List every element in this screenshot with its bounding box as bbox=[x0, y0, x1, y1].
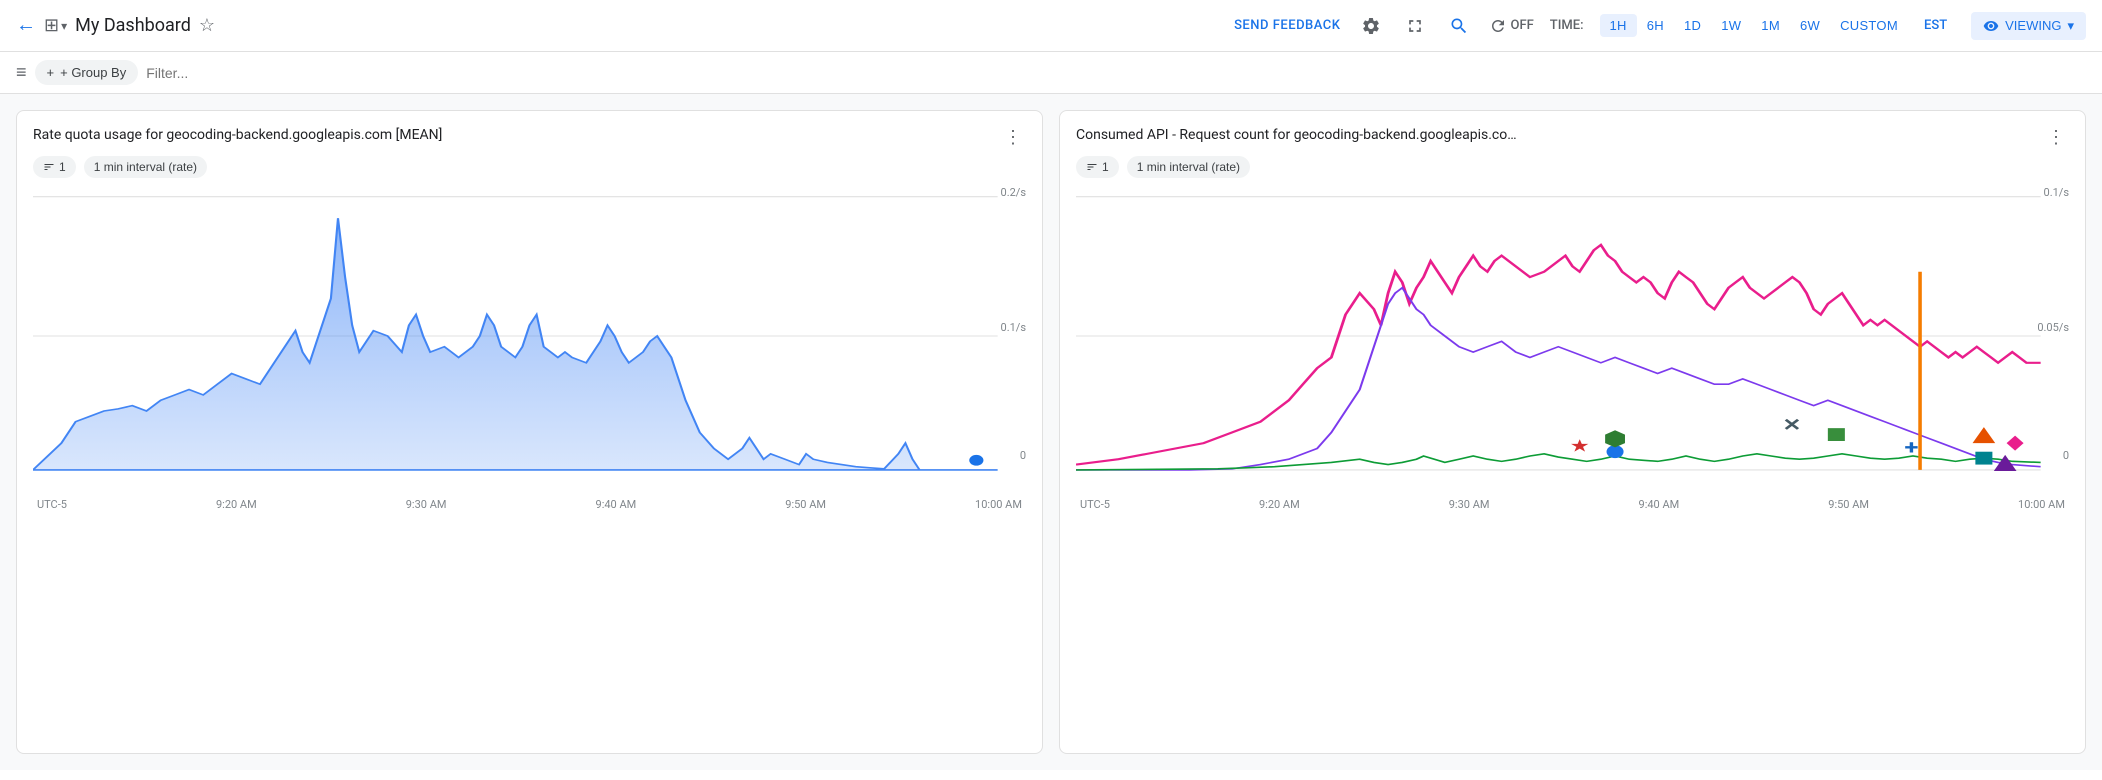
back-button[interactable]: ← bbox=[16, 14, 36, 37]
time-btn-1m[interactable]: 1M bbox=[1751, 14, 1790, 37]
auto-refresh-control[interactable]: OFF bbox=[1489, 17, 1534, 35]
fullscreen-button[interactable] bbox=[1401, 12, 1429, 40]
interval-btn-1[interactable]: 1 min interval (rate) bbox=[84, 156, 207, 178]
chart-header-2: Consumed API - Request count for geocodi… bbox=[1076, 127, 2069, 148]
header-center: SEND FEEDBACK OFF TIME: 1H 6H 1D 1W 1M 6… bbox=[1234, 12, 2086, 40]
time-btn-6w[interactable]: 6W bbox=[1790, 14, 1830, 37]
svg-text:★: ★ bbox=[1570, 436, 1590, 456]
time-label: TIME: bbox=[1550, 18, 1584, 33]
y-axis-bottom-1: 0 bbox=[1020, 449, 1026, 462]
header-left: ← ⊞ ▾ My Dashboard ☆ bbox=[16, 14, 1226, 37]
x-label-920-2: 9:20 AM bbox=[1259, 498, 1300, 511]
interval-btn-2[interactable]: 1 min interval (rate) bbox=[1127, 156, 1250, 178]
chart-area-1: 0.2/s 0.1/s 0 bbox=[33, 186, 1026, 486]
filter-bar: ≡ + + Group By bbox=[0, 52, 2102, 94]
viewing-dropdown-icon: ▾ bbox=[2067, 18, 2074, 34]
settings-button[interactable] bbox=[1357, 12, 1385, 40]
chart-more-button-1[interactable]: ⋮ bbox=[1000, 127, 1026, 148]
x-label-utc: UTC-5 bbox=[37, 498, 67, 511]
x-label-930: 9:30 AM bbox=[406, 498, 447, 511]
auto-refresh-status: OFF bbox=[1511, 18, 1534, 33]
x-label-utc-2: UTC-5 bbox=[1080, 498, 1110, 511]
y-axis-top-2: 0.1/s bbox=[2044, 186, 2069, 199]
group-by-label: + Group By bbox=[60, 65, 126, 80]
main-content: Rate quota usage for geocoding-backend.g… bbox=[0, 94, 2102, 770]
x-label-950-2: 9:50 AM bbox=[1828, 498, 1869, 511]
grid-icon: ⊞ bbox=[44, 15, 59, 36]
chart-area-2: 0.1/s 0.05/s 0 ★ bbox=[1076, 186, 2069, 486]
chart-card-2: Consumed API - Request count for geocodi… bbox=[1059, 110, 2086, 754]
time-btn-1h[interactable]: 1H bbox=[1600, 14, 1637, 37]
x-label-1000: 10:00 AM bbox=[975, 498, 1022, 511]
chart-svg-1 bbox=[33, 186, 1026, 486]
dashboard-title: My Dashboard bbox=[75, 15, 191, 36]
y-axis-mid-2: 0.05/s bbox=[2037, 321, 2069, 334]
menu-icon[interactable]: ≡ bbox=[16, 62, 27, 83]
chart-controls-1: 1 1 min interval (rate) bbox=[33, 156, 1026, 178]
dropdown-icon-small: ▾ bbox=[61, 19, 67, 33]
filter-count-btn-2[interactable]: 1 bbox=[1076, 156, 1119, 178]
filter-count-btn-1[interactable]: 1 bbox=[33, 156, 76, 178]
x-label-940-2: 9:40 AM bbox=[1639, 498, 1680, 511]
main-header: ← ⊞ ▾ My Dashboard ☆ SEND FEEDBACK OFF T… bbox=[0, 0, 2102, 52]
x-axis-labels-2: UTC-5 9:20 AM 9:30 AM 9:40 AM 9:50 AM 10… bbox=[1076, 498, 2069, 511]
viewing-button[interactable]: VIEWING ▾ bbox=[1971, 12, 2086, 40]
time-btn-1w[interactable]: 1W bbox=[1711, 14, 1751, 37]
time-btn-6h[interactable]: 6H bbox=[1637, 14, 1674, 37]
chart-title-1: Rate quota usage for geocoding-backend.g… bbox=[33, 127, 1000, 143]
viewing-label: VIEWING bbox=[2005, 18, 2061, 33]
dashboard-icon-btn[interactable]: ⊞ ▾ bbox=[44, 15, 67, 36]
x-label-940: 9:40 AM bbox=[596, 498, 637, 511]
star-icon[interactable]: ☆ bbox=[199, 15, 215, 36]
svg-text:+: + bbox=[1904, 436, 1918, 459]
x-label-920: 9:20 AM bbox=[216, 498, 257, 511]
filter-count-2: 1 bbox=[1102, 160, 1109, 174]
y-axis-top-1: 0.2/s bbox=[1001, 186, 1026, 199]
chart-title-2: Consumed API - Request count for geocodi… bbox=[1076, 127, 2043, 143]
group-by-button[interactable]: + + Group By bbox=[35, 60, 139, 85]
chart-more-button-2[interactable]: ⋮ bbox=[2043, 127, 2069, 148]
svg-text:✕: ✕ bbox=[1782, 414, 1801, 434]
x-label-930-2: 9:30 AM bbox=[1449, 498, 1490, 511]
search-button[interactable] bbox=[1445, 12, 1473, 40]
filter-count-1: 1 bbox=[59, 160, 66, 174]
plus-icon: + bbox=[47, 65, 55, 80]
send-feedback-button[interactable]: SEND FEEDBACK bbox=[1234, 18, 1340, 33]
y-axis-bottom-2: 0 bbox=[2063, 449, 2069, 462]
chart-controls-2: 1 1 min interval (rate) bbox=[1076, 156, 2069, 178]
timezone-button[interactable]: EST bbox=[1924, 18, 1947, 33]
filter-input[interactable] bbox=[146, 65, 2086, 81]
x-label-950: 9:50 AM bbox=[785, 498, 826, 511]
chart-svg-2: ★ ✕ + bbox=[1076, 186, 2069, 486]
chart-header-1: Rate quota usage for geocoding-backend.g… bbox=[33, 127, 1026, 148]
time-options: 1H 6H 1D 1W 1M 6W CUSTOM bbox=[1600, 14, 1908, 37]
time-btn-custom[interactable]: CUSTOM bbox=[1830, 14, 1908, 37]
x-axis-labels-1: UTC-5 9:20 AM 9:30 AM 9:40 AM 9:50 AM 10… bbox=[33, 498, 1026, 511]
x-label-1000-2: 10:00 AM bbox=[2018, 498, 2065, 511]
y-axis-mid-1: 0.1/s bbox=[1001, 321, 1026, 334]
time-btn-1d[interactable]: 1D bbox=[1674, 14, 1711, 37]
chart-card-1: Rate quota usage for geocoding-backend.g… bbox=[16, 110, 1043, 754]
